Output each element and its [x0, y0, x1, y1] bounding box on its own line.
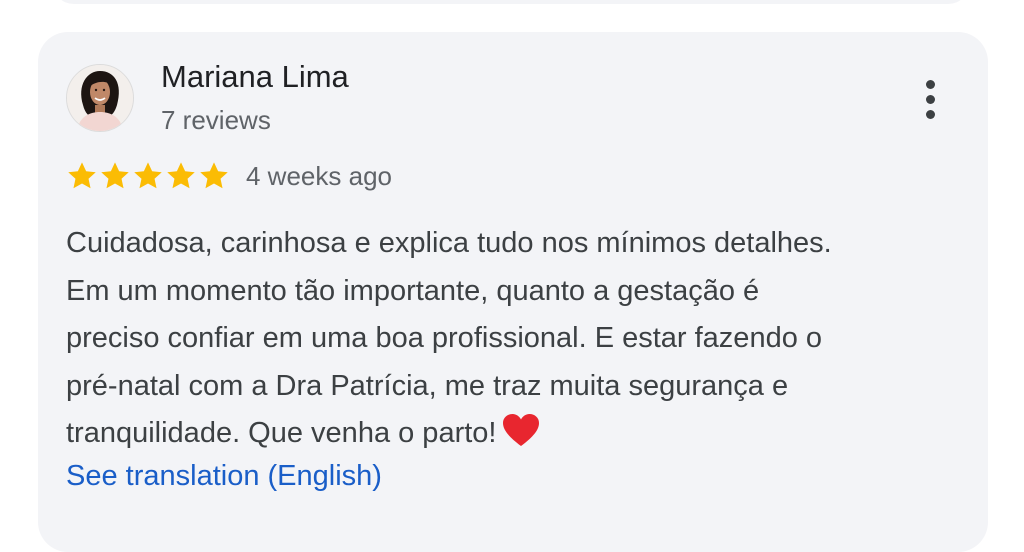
- star-icon: [200, 162, 228, 189]
- review-text-line: Em um momento tão importante, quanto a g…: [66, 274, 760, 307]
- more-vertical-icon: [925, 79, 935, 89]
- review-text-line: tranquilidade. Que venha o parto!: [66, 417, 497, 449]
- more-vertical-icon-dot: [925, 109, 935, 119]
- star-icon: [101, 162, 129, 189]
- avatar-photo: [67, 65, 133, 131]
- review-card: Mariana Lima 7 reviews 4 weeks ago Cuida…: [38, 32, 988, 552]
- review-date: 4 weeks ago: [246, 161, 392, 191]
- review-text-line: pré-natal com a Dra Patrícia, me traz mu…: [66, 369, 789, 402]
- review-text-line: Cuidadosa, carinhosa e explica tudo nos …: [66, 227, 832, 259]
- author-review-count[interactable]: 7 reviews: [161, 105, 271, 136]
- review-text-line-last: tranquilidade. Que venha o parto!: [66, 410, 966, 463]
- see-translation-link[interactable]: See translation (English): [66, 460, 382, 493]
- star-icon: [167, 162, 195, 189]
- review-text: Cuidadosa, carinhosa e explica tudo nos …: [66, 220, 966, 463]
- review-text-line: preciso confiar em uma boa profissional.…: [66, 322, 823, 354]
- star-icon: [68, 162, 96, 189]
- more-options-button[interactable]: [908, 74, 952, 124]
- star-icon: [134, 162, 162, 189]
- author-name[interactable]: Mariana Lima: [161, 59, 349, 95]
- avatar[interactable]: [66, 64, 134, 132]
- previous-review-card: [52, 0, 970, 4]
- star-rating: [66, 160, 230, 192]
- heart-emoji-icon: [502, 413, 540, 463]
- more-vertical-icon-dot: [925, 94, 935, 104]
